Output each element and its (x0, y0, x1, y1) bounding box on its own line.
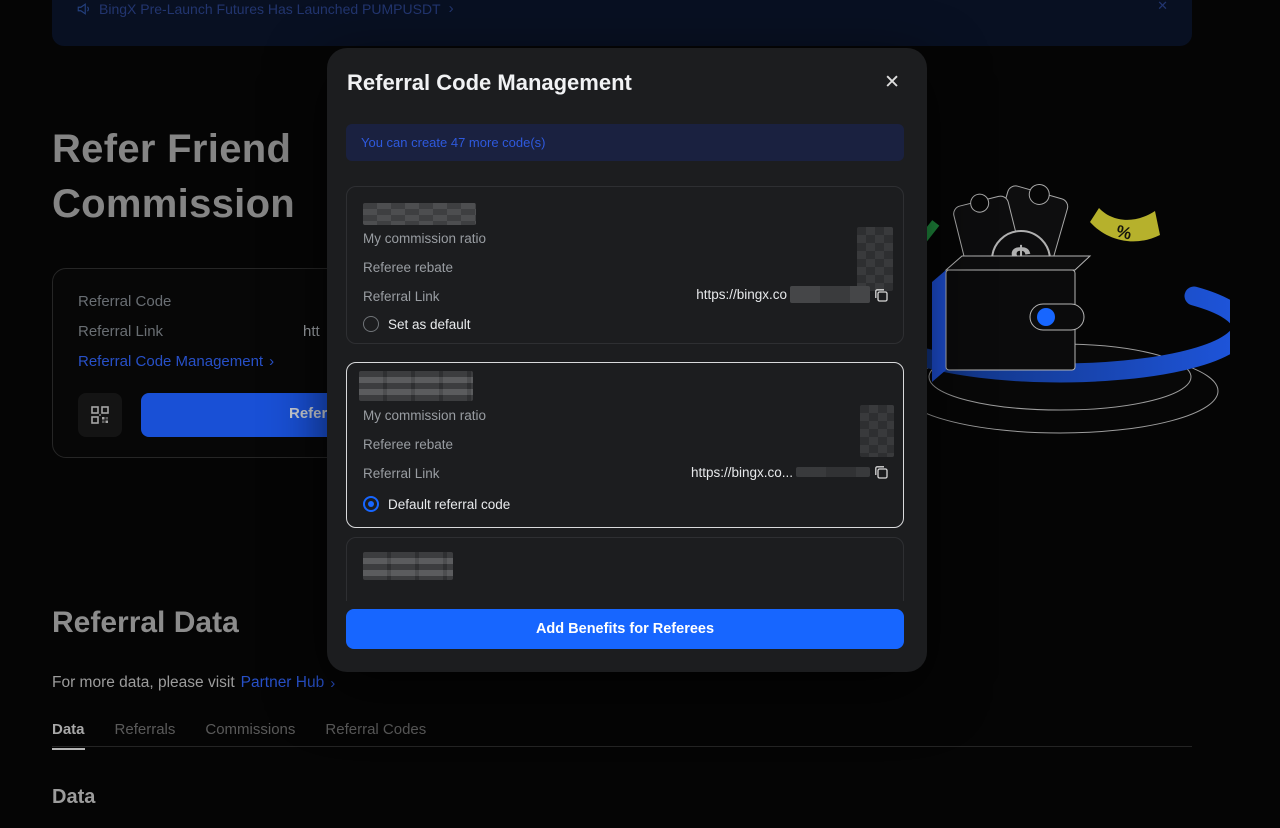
hero-title-line2: Commission (52, 177, 295, 232)
commission-ratio-label: My commission ratio (363, 408, 486, 423)
copy-icon[interactable] (873, 287, 889, 303)
refer-button-label: Refer (289, 405, 327, 422)
chevron-right-icon: › (449, 0, 454, 17)
hero-title: Refer Friend Commission (52, 122, 295, 232)
chevron-right-icon: › (269, 353, 274, 370)
set-as-default-radio[interactable]: Set as default (363, 316, 471, 332)
referral-link-label: Referral Link (363, 466, 440, 481)
referral-link-value: https://bingx.co (696, 287, 787, 302)
referral-code-card-2[interactable]: My commission ratio Referee rebate Refer… (346, 362, 904, 528)
radio-checked-icon[interactable] (363, 496, 379, 512)
referral-code-card-1[interactable]: My commission ratio Referee rebate Refer… (346, 186, 904, 344)
announcement-banner[interactable]: BingX Pre-Launch Futures Has Launched PU… (52, 0, 1192, 46)
megaphone-icon (76, 2, 91, 16)
codes-remaining-notice: You can create 47 more code(s) (346, 124, 904, 161)
hero-title-line1: Refer Friend (52, 122, 295, 177)
modal-close-icon[interactable]: ✕ (884, 73, 900, 92)
redacted-values (860, 405, 894, 457)
wallet (932, 256, 1090, 382)
commission-ratio-label: My commission ratio (363, 231, 486, 246)
referral-code-label: Referral Code (78, 293, 171, 310)
referee-rebate-label: Referee rebate (363, 437, 453, 452)
tabs-divider (52, 746, 1192, 747)
referral-link-value: https://bingx.co... (691, 465, 793, 480)
referral-code-card-3-clipped (346, 537, 904, 601)
rewards-illustration: $ % (918, 178, 1230, 446)
default-referral-code-radio[interactable]: Default referral code (363, 496, 510, 512)
chevron-right-icon: › (330, 675, 335, 692)
redacted-code (359, 371, 473, 401)
referral-code-card-3[interactable] (346, 537, 904, 601)
qr-code-button[interactable] (78, 393, 122, 437)
referral-code-management-link[interactable]: Referral Code Management › (78, 353, 274, 370)
page: BingX Pre-Launch Futures Has Launched PU… (0, 0, 1280, 828)
wallet-clasp (1037, 308, 1055, 326)
more-data-prefix: For more data, please visit (52, 674, 235, 692)
radio-unchecked-icon[interactable] (363, 316, 379, 332)
referral-link-label: Referral Link (78, 323, 163, 340)
partner-hub-link[interactable]: Partner Hub (241, 674, 325, 692)
referee-rebate-label: Referee rebate (363, 260, 453, 275)
qr-code-icon (89, 404, 111, 426)
referral-link-label: Referral Link (363, 289, 440, 304)
radio-label: Set as default (388, 317, 471, 332)
referral-link-value: htt (303, 323, 320, 340)
referral-code-management-modal: Referral Code Management ✕ You can creat… (327, 48, 927, 672)
redacted-link (796, 467, 870, 477)
banner-close-icon[interactable]: ✕ (1157, 0, 1168, 14)
data-section-heading: Data (52, 786, 95, 809)
modal-title: Referral Code Management (347, 70, 632, 96)
redacted-code (363, 552, 453, 580)
banner-text: BingX Pre-Launch Futures Has Launched PU… (99, 1, 441, 17)
more-data-line: For more data, please visit Partner Hub … (52, 674, 335, 692)
copy-icon[interactable] (873, 464, 889, 480)
radio-label: Default referral code (388, 497, 510, 512)
redacted-code (363, 203, 476, 225)
redacted-link (790, 286, 870, 303)
add-benefits-button[interactable]: Add Benefits for Referees (346, 609, 904, 649)
referral-data-heading: Referral Data (52, 606, 239, 640)
redacted-values (857, 227, 893, 291)
percent-tag: % (1090, 208, 1160, 244)
